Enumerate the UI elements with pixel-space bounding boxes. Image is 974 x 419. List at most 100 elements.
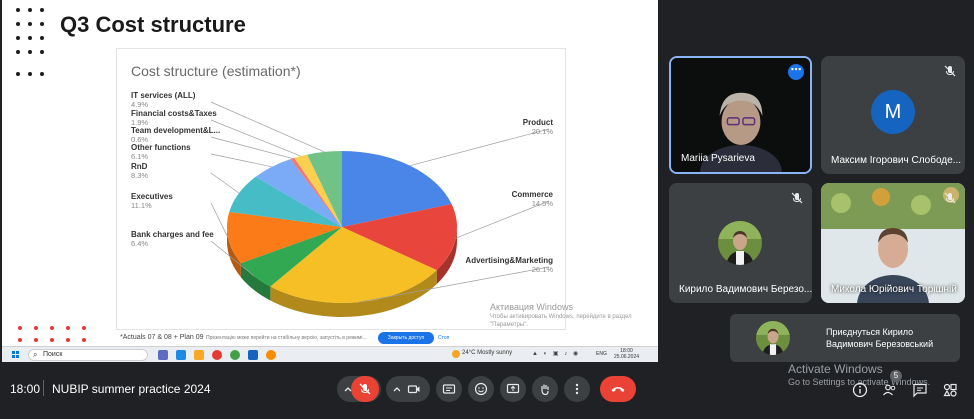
leader-line: [409, 128, 550, 166]
avatar: M: [871, 90, 915, 134]
decor-dot: [40, 50, 44, 54]
participant-tile-maksym[interactable]: M Максим Ігорович Слободе...: [821, 56, 965, 174]
avatar: [718, 221, 762, 265]
leader-line: [210, 172, 240, 194]
system-tray-icons[interactable]: ▲ ◐ ▣ ♪ ◉: [532, 350, 580, 357]
windows-start-icon[interactable]: [12, 351, 20, 359]
join-notification-text: Приєднуться Кирило Вадимович Березовськи…: [826, 327, 934, 349]
taskbar-clock[interactable]: 18:00 25.06.2024: [614, 348, 639, 360]
leader-line: [210, 119, 301, 157]
chat-icon[interactable]: [912, 382, 928, 398]
taskbar-weather[interactable]: 24°C Mostly sunny: [462, 350, 512, 356]
chrome-icon[interactable]: [266, 350, 276, 360]
mic-off-icon: [791, 192, 803, 204]
decor-dot: [28, 36, 32, 40]
slice-percent: 6.4%: [131, 239, 148, 248]
decor-dot: [34, 326, 38, 330]
decor-dot: [28, 50, 32, 54]
decor-dot: [28, 8, 32, 12]
chrome-icon[interactable]: [212, 350, 222, 360]
info-icon[interactable]: [852, 382, 868, 398]
participant-name: Максим Ігорович Слободе...: [831, 155, 962, 166]
decor-dot: [82, 326, 86, 330]
actuals-note: *Actuals 07 & 08 + Plan 09: [120, 334, 204, 341]
search-icon: ⌕: [33, 350, 38, 359]
activities-icon[interactable]: [942, 382, 958, 398]
more-options-button[interactable]: [564, 376, 590, 402]
weather-icon: [452, 350, 460, 358]
presentation-footer: *Actuals 07 & 08 + Plan 09 Презентацію м…: [116, 332, 466, 344]
taskbar-search-label: Поиск: [43, 351, 63, 358]
mic-toggle-button[interactable]: [351, 376, 379, 402]
decor-dot: [40, 72, 44, 76]
end-call-button[interactable]: [600, 376, 636, 402]
slice-label: Bank charges and fee: [131, 230, 214, 239]
emoji-button[interactable]: [468, 376, 494, 402]
slice-percent: 26.1%: [532, 265, 554, 274]
taskbar-language[interactable]: ENG: [596, 351, 607, 357]
slice-percent: 8.3%: [131, 171, 148, 180]
decor-dot: [16, 50, 20, 54]
decor-dot: [50, 326, 54, 330]
participant-tile-mykola[interactable]: Микола Юрійович Торішній: [821, 183, 965, 303]
slice-label: Executives: [131, 192, 173, 201]
participant-name: Кирило Вадимович Березо...: [679, 284, 812, 295]
slide-title: Q3 Cost structure: [60, 12, 246, 37]
slice-label: RnD: [131, 162, 148, 171]
decor-dot: [40, 36, 44, 40]
decor-dot: [16, 8, 20, 12]
video-camera-icon: [407, 385, 420, 394]
more-options-icon[interactable]: ⋯: [788, 64, 804, 80]
people-icon[interactable]: [882, 382, 898, 398]
slice-percent: 4.9%: [131, 100, 148, 109]
decor-dot: [16, 36, 20, 40]
shared-presentation: Q3 Cost structure Product 20.1% Commerce 14…: [2, 0, 658, 362]
stop-sharing-button[interactable]: Закрыть доступ: [378, 332, 434, 344]
explorer-icon[interactable]: [194, 350, 204, 360]
present-button[interactable]: [500, 376, 526, 402]
emoji-icon: [474, 382, 488, 396]
activation-watermark-sub: Чтобы активировать Windows, перейдите в …: [490, 314, 632, 328]
store-icon[interactable]: [248, 350, 258, 360]
slice-percent: 6.1%: [131, 152, 148, 161]
end-call-icon: [611, 387, 625, 392]
slice-label: Advertising&Marketing: [465, 256, 553, 265]
decor-dot: [66, 338, 70, 342]
taskbar-search[interactable]: ⌕ Поиск: [28, 349, 148, 361]
chrome-icon[interactable]: [230, 350, 240, 360]
decor-dot: [34, 338, 38, 342]
chart-card: Product 20.1% Commerce 14.5% Advertising&Mar…: [116, 48, 566, 330]
meeting-title: NUBIP summer practice 2024: [52, 382, 211, 396]
participant-tile-mariia[interactable]: ⋯ Mariia Pysarieva: [669, 56, 812, 174]
slice-label: Product: [523, 118, 554, 127]
present-screen-icon: [506, 383, 520, 394]
task-view-icon[interactable]: [158, 350, 168, 360]
meeting-time: 18:00: [10, 382, 41, 396]
pie-chart: Product20.1% Commerce14.5% Advertising&Mar…: [131, 91, 554, 317]
join-notification[interactable]: Приєднуться Кирило Вадимович Березовськи…: [730, 314, 960, 362]
mic-off-icon: [359, 383, 371, 395]
slice-percent: 1.9%: [131, 118, 148, 127]
meeting-control-bar: 18:00 NUBIP summer practice 2024 5: [0, 368, 974, 408]
divider: [43, 380, 44, 396]
participant-name: Микола Юрійович Торішній: [831, 284, 957, 295]
hide-notice-link[interactable]: Стоп: [438, 335, 449, 341]
mic-off-icon: [944, 65, 956, 77]
decor-dot: [18, 338, 22, 342]
chart-title: Cost structure (estimation*): [131, 63, 301, 79]
decor-dot: [66, 326, 70, 330]
decor-dot: [28, 22, 32, 26]
taskbar-date: 25.06.2024: [614, 354, 640, 360]
camera-toggle-button[interactable]: [400, 376, 428, 402]
slice-label: IT services (ALL): [131, 91, 196, 100]
edge-icon[interactable]: [176, 350, 186, 360]
people-count-badge: 5: [890, 370, 902, 382]
decor-dot: [28, 72, 32, 76]
avatar: [756, 321, 790, 355]
raise-hand-button[interactable]: [532, 376, 558, 402]
slice-label: Other functions: [131, 143, 191, 152]
captions-button[interactable]: [436, 376, 462, 402]
decor-dot: [82, 338, 86, 342]
participant-tile-kyrylo[interactable]: Кирило Вадимович Березо...: [669, 183, 812, 303]
captions-icon: [442, 384, 456, 394]
